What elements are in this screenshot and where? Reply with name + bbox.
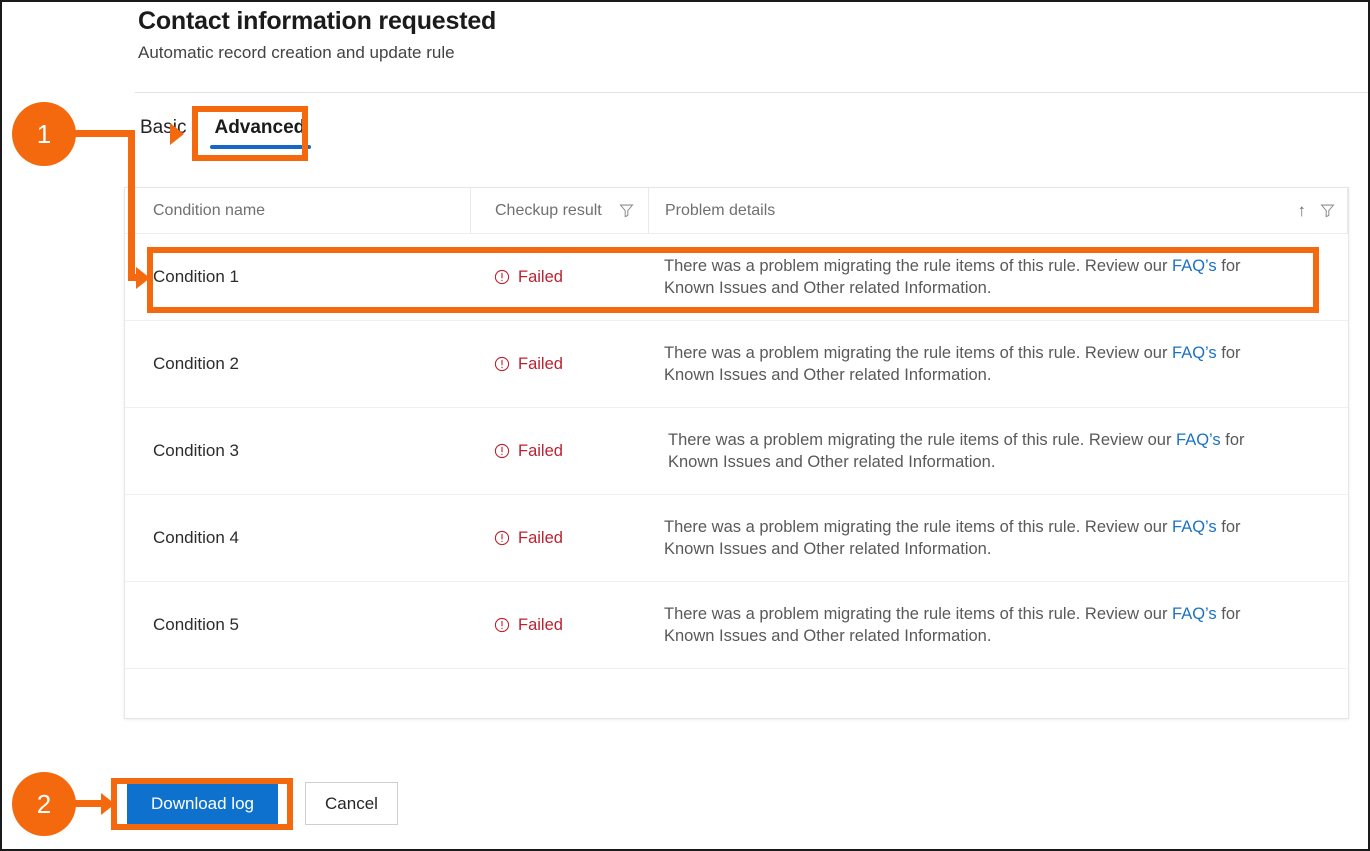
faq-link[interactable]: FAQ’s: [1176, 431, 1221, 449]
filter-icon[interactable]: [619, 203, 634, 218]
column-header-condition-name[interactable]: Condition name: [125, 188, 470, 233]
cell-condition-name: Condition 5: [153, 615, 240, 634]
faq-link[interactable]: FAQ’s: [1172, 605, 1217, 623]
callout-1-connector-vertical: [128, 130, 135, 280]
callout-badge-1-label: 1: [36, 118, 52, 149]
screenshot-root: Contact information requested Automatic …: [0, 0, 1370, 851]
sort-ascending-icon[interactable]: ↑: [1298, 202, 1307, 219]
cell-problem-details: There was a problem migrating the rule i…: [648, 603, 1348, 647]
page-subtitle: Automatic record creation and update rul…: [138, 43, 455, 62]
table-row[interactable]: Condition 5 Failed There was a problem m…: [125, 582, 1348, 669]
column-header-condition-name-label: Condition name: [153, 201, 266, 219]
cell-condition-name: Condition 3: [153, 441, 240, 460]
page-title: Contact information requested: [138, 7, 497, 35]
error-circle-icon: [494, 443, 510, 459]
cell-checkup-result: Failed: [470, 442, 648, 461]
status-badge: Failed: [518, 441, 563, 460]
column-header-problem-details-actions: ↑: [1298, 202, 1336, 219]
cancel-button[interactable]: Cancel: [305, 782, 398, 825]
callout-badge-2-label: 2: [36, 788, 52, 819]
column-header-checkup-result-label: Checkup result: [495, 201, 602, 219]
table-row[interactable]: Condition 2 Failed There was a problem m…: [125, 321, 1348, 408]
highlight-box-condition-1-row: [147, 247, 1319, 313]
error-circle-icon: [494, 530, 510, 546]
problem-details-text-before: There was a problem migrating the rule i…: [664, 518, 1173, 536]
cell-problem-details: There was a problem migrating the rule i…: [648, 429, 1348, 473]
callout-badge-1: 1: [12, 102, 76, 166]
column-header-problem-details-label: Problem details: [665, 201, 776, 219]
error-circle-icon: [494, 617, 510, 633]
cell-checkup-result: Failed: [470, 529, 648, 548]
status-badge: Failed: [518, 528, 563, 547]
problem-details-text-before: There was a problem migrating the rule i…: [668, 431, 1177, 449]
column-header-checkup-result[interactable]: Checkup result: [470, 188, 648, 233]
cell-condition-name: Condition 4: [153, 528, 240, 547]
problem-details-text-before: There was a problem migrating the rule i…: [664, 344, 1173, 362]
cell-checkup-result: Failed: [470, 355, 648, 374]
cell-condition-name: Condition 2: [153, 354, 240, 373]
header-divider: [135, 92, 1368, 93]
cancel-button-label: Cancel: [325, 793, 378, 813]
problem-details-text-before: There was a problem migrating the rule i…: [664, 605, 1173, 623]
table-header-row: Condition name Checkup result Problem de…: [125, 188, 1348, 234]
cell-problem-details: There was a problem migrating the rule i…: [648, 342, 1348, 386]
faq-link[interactable]: FAQ’s: [1172, 518, 1217, 536]
faq-link[interactable]: FAQ’s: [1172, 344, 1217, 362]
page-header: Contact information requested Automatic …: [138, 4, 496, 65]
callout-1-arrow-to-tab: [170, 123, 184, 145]
table-row[interactable]: Condition 3 Failed There was a problem m…: [125, 408, 1348, 495]
highlight-box-advanced-tab: [192, 106, 308, 161]
highlight-box-download-log-button: [111, 778, 293, 830]
callout-badge-2: 2: [12, 772, 76, 836]
cell-checkup-result: Failed: [470, 616, 648, 635]
callout-2-connector-horizontal: [74, 800, 104, 807]
column-header-problem-details[interactable]: Problem details ↑: [648, 188, 1348, 233]
status-badge: Failed: [518, 354, 563, 373]
cell-problem-details: There was a problem migrating the rule i…: [648, 516, 1348, 560]
status-badge: Failed: [518, 615, 563, 634]
error-circle-icon: [494, 356, 510, 372]
callout-1-connector-horizontal: [74, 130, 132, 137]
filter-icon[interactable]: [1320, 203, 1335, 218]
table-row[interactable]: Condition 4 Failed There was a problem m…: [125, 495, 1348, 582]
